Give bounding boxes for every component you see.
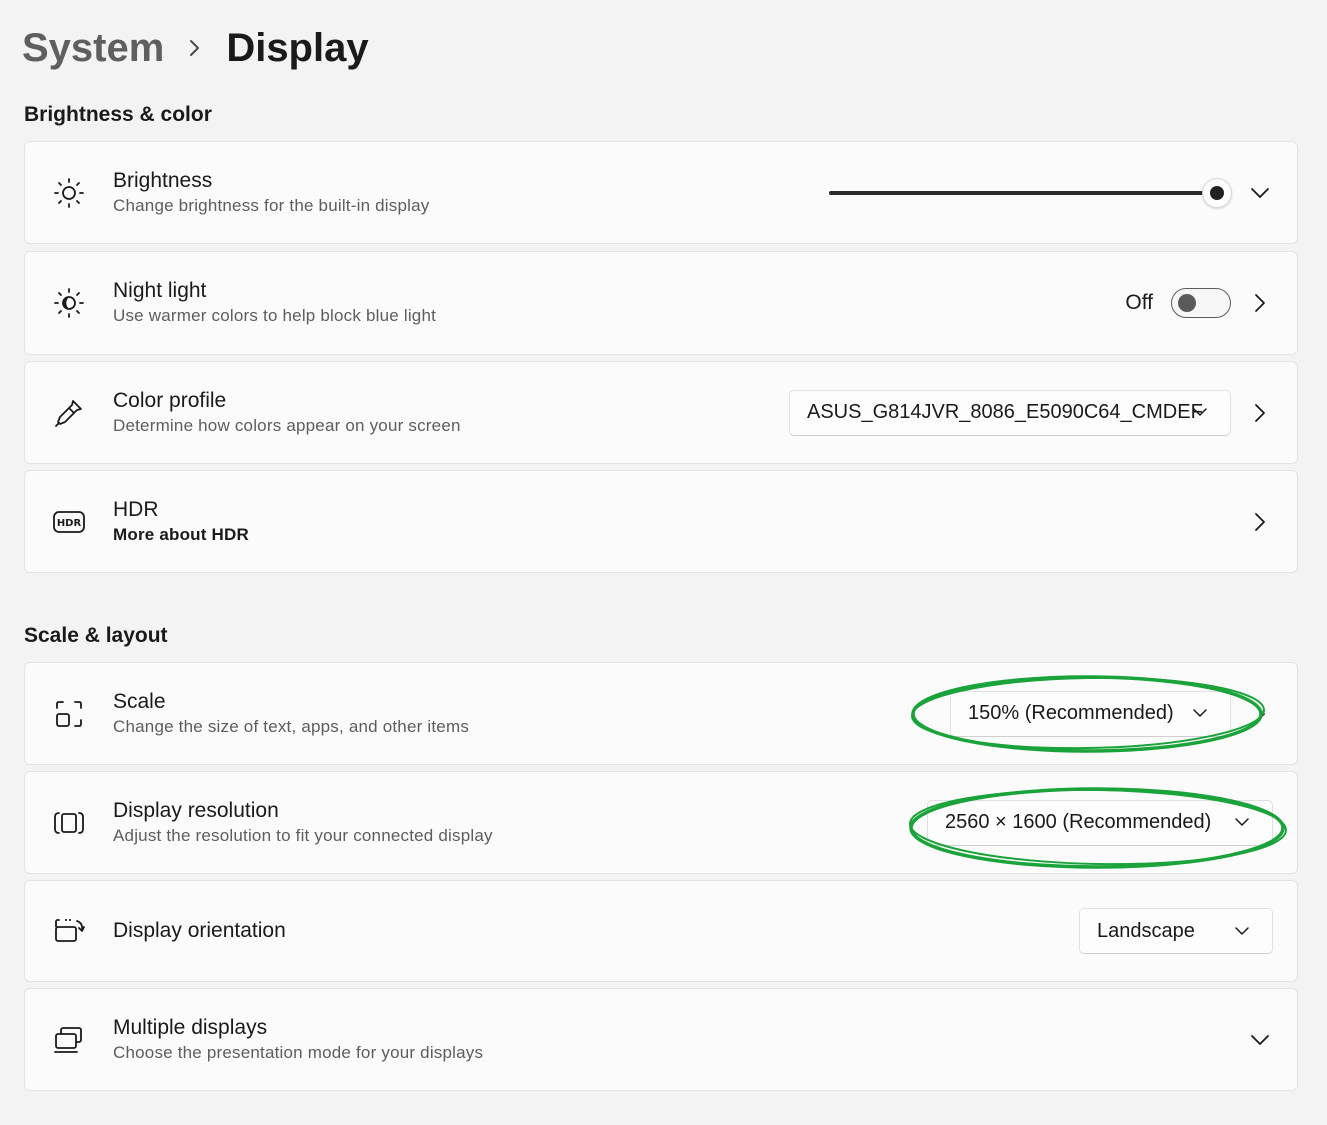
hdr-texts: HDR More about HDR xyxy=(113,497,249,547)
brightness-slider-thumb[interactable] xyxy=(1202,177,1232,208)
night-light-state-label: Off xyxy=(1125,291,1153,314)
color-profile-selected: ASUS_G814JVR_8086_E5090C64_CMDEF xyxy=(807,401,1203,423)
chevron-down-icon[interactable] xyxy=(1249,182,1271,204)
chevron-down-icon xyxy=(1192,706,1208,722)
scale-selected: 150% (Recommended) xyxy=(968,702,1174,724)
chevron-down-icon xyxy=(1234,815,1250,831)
multiple-displays-title: Multiple displays xyxy=(113,1015,268,1039)
chevron-down-icon xyxy=(1192,405,1208,421)
scale-title: Scale xyxy=(113,689,166,713)
night-light-title: Night light xyxy=(113,279,207,302)
hdr-icon: HDR xyxy=(53,506,85,538)
chevron-right-icon[interactable] xyxy=(1249,703,1271,725)
color-profile-subtitle: Determine how colors appear on your scre… xyxy=(113,415,461,435)
resolution-texts: Display resolution Adjust the resolution… xyxy=(113,798,493,848)
scale-icon xyxy=(53,698,85,730)
chevron-right-icon[interactable] xyxy=(1249,402,1271,424)
chevron-down-icon xyxy=(1234,923,1250,939)
brightness-card[interactable]: Brightness Change brightness for the bui… xyxy=(24,141,1298,244)
chevron-down-icon[interactable] xyxy=(1249,1029,1271,1051)
night-light-icon xyxy=(53,287,85,319)
brightness-subtitle: Change brightness for the built-in displ… xyxy=(113,195,430,215)
orientation-icon xyxy=(53,915,85,947)
orientation-texts: Display orientation xyxy=(113,918,286,944)
brightness-slider-fill xyxy=(829,190,1217,195)
breadcrumb-chevron-icon xyxy=(164,28,226,68)
color-profile-texts: Color profile Determine how colors appea… xyxy=(113,388,461,438)
chevron-right-icon[interactable] xyxy=(1249,511,1271,533)
hdr-more-link[interactable]: More about HDR xyxy=(113,523,249,547)
multiple-displays-texts: Multiple displays Choose the presentatio… xyxy=(113,1015,483,1065)
multiple-displays-subtitle: Choose the presentation mode for your di… xyxy=(113,1042,484,1062)
page-title: Display xyxy=(226,26,369,70)
sun-icon xyxy=(53,177,85,209)
scale-texts: Scale Change the size of text, apps, and… xyxy=(113,689,469,739)
eyedropper-icon xyxy=(53,397,85,429)
chevron-right-icon[interactable] xyxy=(1249,292,1271,314)
breadcrumb: System Display xyxy=(22,22,369,74)
resolution-selected: 2560 × 1600 (Recommended) xyxy=(945,811,1212,833)
orientation-dropdown[interactable]: Landscape xyxy=(1079,908,1273,954)
orientation-selected: Landscape xyxy=(1097,919,1195,942)
multiple-displays-card[interactable]: Multiple displays Choose the presentatio… xyxy=(24,988,1298,1091)
resolution-dropdown[interactable]: 2560 × 1600 (Recommended) xyxy=(927,799,1273,846)
night-light-texts: Night light Use warmer colors to help bl… xyxy=(113,278,436,328)
scale-dropdown[interactable]: 150% (Recommended) xyxy=(950,690,1231,737)
scale-subtitle: Change the size of text, apps, and other… xyxy=(113,716,470,736)
resolution-card[interactable]: Display resolution Adjust the resolution… xyxy=(24,771,1298,874)
resolution-icon xyxy=(53,807,85,839)
orientation-card[interactable]: Display orientation Landscape xyxy=(24,880,1298,982)
night-light-subtitle: Use warmer colors to help block blue lig… xyxy=(113,306,437,325)
brightness-title: Brightness xyxy=(113,168,213,192)
orientation-title: Display orientation xyxy=(113,919,286,942)
scale-card[interactable]: Scale Change the size of text, apps, and… xyxy=(24,662,1298,765)
resolution-subtitle: Adjust the resolution to fit your connec… xyxy=(113,825,493,845)
color-profile-dropdown[interactable]: ASUS_G814JVR_8086_E5090C64_CMDEF xyxy=(789,389,1231,436)
hdr-title: HDR xyxy=(113,497,159,521)
brightness-texts: Brightness Change brightness for the bui… xyxy=(113,168,429,218)
toggle-knob xyxy=(1178,294,1196,312)
color-profile-card[interactable]: Color profile Determine how colors appea… xyxy=(24,361,1298,464)
color-profile-title: Color profile xyxy=(113,388,227,412)
breadcrumb-system-link[interactable]: System xyxy=(22,22,164,74)
hdr-card[interactable]: HDR HDR More about HDR xyxy=(24,470,1298,573)
resolution-title: Display resolution xyxy=(113,798,279,822)
hdr-icon-text: HDR xyxy=(57,518,82,529)
night-light-toggle[interactable] xyxy=(1171,288,1231,318)
section-title-scale-layout: Scale & layout xyxy=(24,624,168,647)
multiple-displays-icon xyxy=(53,1024,85,1056)
night-light-card[interactable]: Night light Use warmer colors to help bl… xyxy=(24,251,1298,355)
section-title-brightness-color: Brightness & color xyxy=(24,103,212,126)
brightness-slider[interactable] xyxy=(829,177,1232,208)
